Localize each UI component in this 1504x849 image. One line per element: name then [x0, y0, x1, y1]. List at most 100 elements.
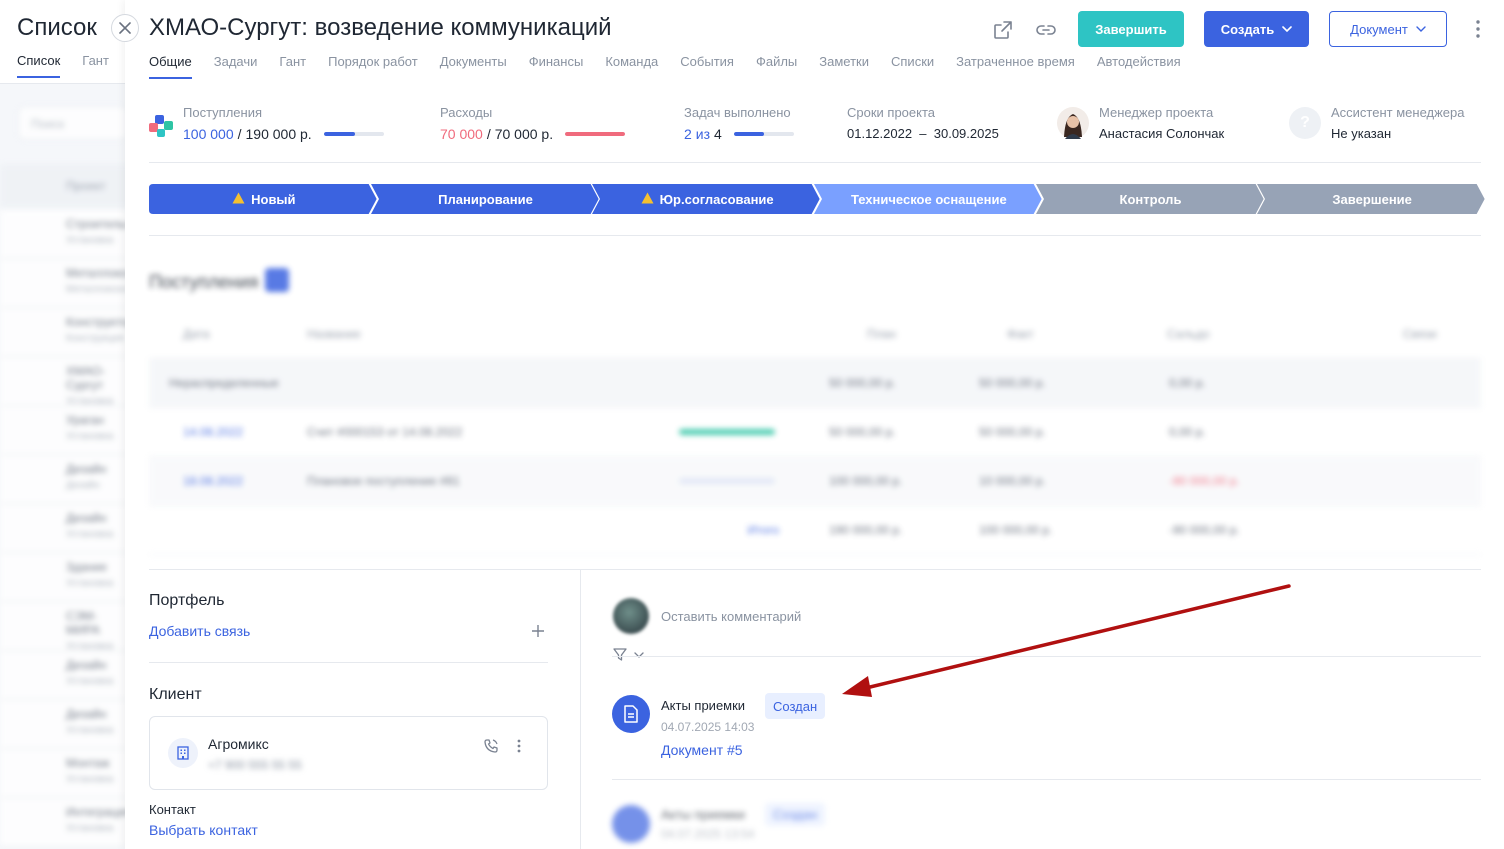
assistant-stat[interactable]: ? Ассистент менеджера Не указан — [1289, 105, 1464, 141]
finance-col-plan: План — [867, 327, 896, 341]
stage-5[interactable]: Завершение — [1257, 184, 1487, 214]
finance-group-plan: 50 000,00 р. — [829, 376, 896, 390]
close-drawer-button[interactable] — [111, 14, 139, 42]
background-row-name: Здание — [66, 560, 107, 574]
tab-9[interactable]: Заметки — [819, 54, 869, 79]
add-link-button[interactable]: Добавить связь — [149, 623, 250, 639]
background-row-name: Ураган — [66, 413, 104, 427]
background-row[interactable]: СЭМ-МИРА Установка — [0, 602, 130, 652]
finance-row-plan: 50 000,00 р. — [829, 425, 896, 439]
background-row-sub: Установка — [66, 725, 114, 736]
background-tab-gantt[interactable]: Гант — [82, 53, 109, 78]
app-root: Список Список Гант Поиск Проект Строител… — [0, 0, 1504, 849]
more-options-icon[interactable] — [516, 738, 522, 754]
client-name[interactable]: Агромикс — [208, 736, 269, 752]
stage-1[interactable]: Планирование — [370, 184, 601, 214]
create-button-label: Создать — [1220, 21, 1275, 37]
finish-button-label: Завершить — [1095, 21, 1167, 37]
finance-table: Дата Название План Факт Сальдо Связи Нер… — [149, 310, 1481, 555]
tab-3[interactable]: Порядок работ — [328, 54, 418, 79]
event-title: Акты приемки — [661, 698, 746, 713]
background-row-sub: Установка — [66, 578, 114, 589]
background-row[interactable]: ХМАО-Сургут Установка — [0, 357, 130, 407]
stage-4[interactable]: Контроль — [1035, 184, 1266, 214]
more-options-icon[interactable] — [1471, 18, 1485, 40]
tab-6[interactable]: Команда — [605, 54, 658, 79]
background-row[interactable]: Монтаж Установка — [0, 749, 130, 798]
finish-button[interactable]: Завершить — [1078, 11, 1184, 47]
background-row[interactable]: Здание Установка — [0, 553, 130, 602]
tasks-done: 2 — [684, 126, 692, 142]
background-search-input[interactable]: Поиск — [18, 106, 128, 140]
background-row[interactable]: Металлоконструкции Металлоконструкции — [0, 259, 184, 308]
project-title: ХМАО-Сургут: возведение коммуникаций — [149, 14, 612, 41]
manager-name: Анастасия Солончак — [1099, 126, 1225, 141]
select-contact-link[interactable]: Выбрать контакт — [149, 822, 258, 838]
background-row[interactable]: Конструкторская Конструкция — [0, 308, 159, 357]
finance-row-fact: 50 000,00 р. — [979, 425, 1046, 439]
tab-0[interactable]: Общие — [149, 54, 192, 79]
stage-label: Новый — [251, 191, 296, 207]
stage-3[interactable]: Техническое оснащение — [814, 184, 1044, 214]
manager-avatar — [1057, 107, 1089, 139]
filter-icon[interactable] — [613, 647, 647, 663]
comment-input[interactable]: Оставить комментарий — [661, 609, 801, 624]
event-status-badge: Создан — [765, 693, 826, 719]
tab-10[interactable]: Списки — [891, 54, 934, 79]
background-column-header: Проект — [0, 164, 132, 208]
finance-row[interactable]: 18.08.2022 Плановое поступление #81 100 … — [149, 457, 1481, 506]
stage-label: Контроль — [1119, 191, 1182, 207]
background-row-sub: Установка — [66, 431, 114, 442]
background-row-sub: Установка — [66, 676, 114, 687]
assistant-label: Ассистент менеджера — [1331, 105, 1465, 120]
create-button[interactable]: Создать — [1204, 11, 1309, 47]
plus-icon[interactable] — [532, 625, 544, 637]
stage-2[interactable]: Юр.согласование — [592, 184, 822, 214]
tab-4[interactable]: Документы — [440, 54, 507, 79]
background-row[interactable]: Дизайн Дизайн — [0, 455, 130, 504]
client-card[interactable]: Агромикс +7 900 555 55 55 — [149, 716, 548, 790]
background-row[interactable]: Ураган Установка — [0, 406, 130, 455]
tab-12[interactable]: Автодействия — [1097, 54, 1181, 79]
stage-0[interactable]: Новый — [149, 184, 379, 214]
background-row[interactable]: Дизайн Установка — [0, 651, 130, 700]
background-row-sub: Установка — [66, 774, 114, 785]
background-row[interactable]: Строительство Установка — [0, 210, 150, 259]
finance-group-saldo: 0,00 р. — [1169, 376, 1206, 390]
warning-icon — [641, 192, 654, 207]
tab-7[interactable]: События — [680, 54, 734, 79]
finance-row-bar — [679, 478, 829, 484]
finance-group-row[interactable]: Нераспределенные 50 000,00 р. 50 000,00 … — [149, 359, 1481, 408]
divider — [149, 235, 1481, 236]
external-link-icon[interactable] — [992, 19, 1014, 41]
tab-11[interactable]: Затраченное время — [956, 54, 1075, 79]
tab-5[interactable]: Финансы — [529, 54, 584, 79]
income-progress — [323, 132, 384, 136]
expenses-planned: 70 000 р. — [494, 126, 554, 142]
manager-stat[interactable]: Менеджер проекта Анастасия Солончак — [1057, 105, 1224, 141]
chevron-down-icon — [1416, 26, 1426, 32]
tasks-of: из — [695, 126, 711, 142]
phone-icon[interactable] — [483, 738, 499, 754]
background-tab-list[interactable]: Список — [17, 53, 61, 78]
finance-row[interactable]: 14.08.2022 Счет #000153 от 14.08.2022 50… — [149, 408, 1481, 457]
expenses-progress — [565, 132, 626, 136]
tab-2[interactable]: Гант — [279, 54, 306, 79]
event-document-link[interactable]: Документ #5 — [661, 742, 743, 758]
tab-1[interactable]: Задачи — [214, 54, 258, 79]
background-row[interactable]: Дизайн Установка — [0, 504, 130, 553]
column-divider — [580, 570, 581, 849]
background-row[interactable]: Интеграция Установка — [0, 798, 131, 847]
tab-8[interactable]: Файлы — [756, 54, 797, 79]
finance-col-saldo: Сальдо — [1167, 327, 1210, 341]
stage-label: Техническое оснащение — [850, 191, 1007, 207]
expenses-separator: / — [486, 126, 491, 142]
finance-add-badge[interactable] — [265, 268, 289, 292]
expenses-actual: 70 000 — [440, 126, 483, 142]
warning-icon — [232, 192, 245, 207]
copy-link-icon[interactable] — [1035, 19, 1057, 41]
client-title: Клиент — [149, 686, 202, 703]
background-row[interactable]: Дизайн Установка — [0, 700, 130, 749]
finance-row-bar — [679, 429, 829, 435]
document-button[interactable]: Документ — [1329, 11, 1447, 47]
